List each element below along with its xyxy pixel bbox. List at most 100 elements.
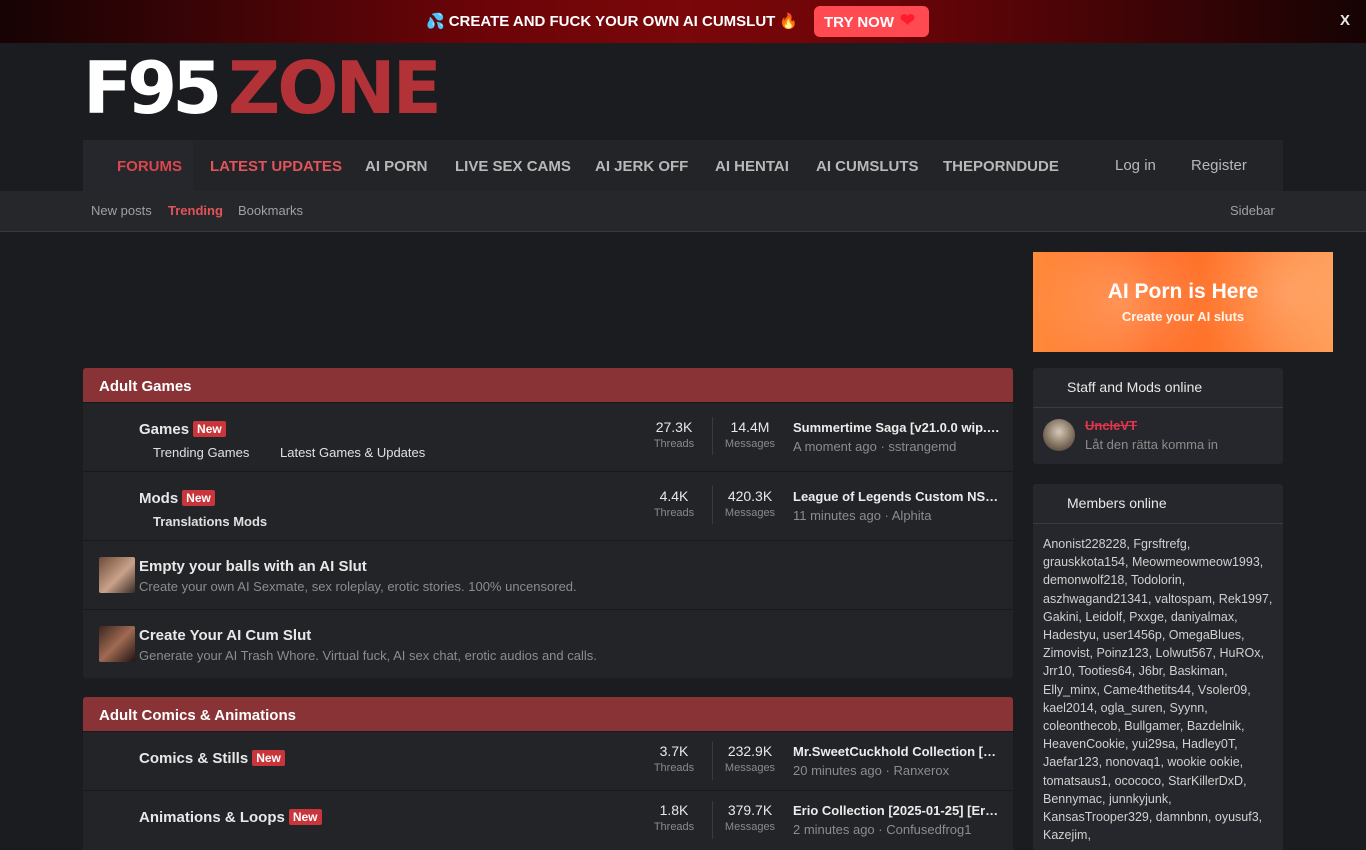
banner-subtitle: Create your AI sluts [1121, 309, 1245, 324]
threads-count: 27.3K [655, 419, 693, 435]
forum-node-games[interactable]: Games New Trending Games Latest Games & U… [83, 402, 1013, 471]
ad-node-ai-cum-slut[interactable]: Create Your AI Cum Slut Generate your AI… [83, 609, 1013, 678]
messages-count: 232.9K [727, 743, 773, 759]
ad-title[interactable]: Create Your AI Cum Slut [139, 627, 311, 644]
register-link[interactable]: Register [1191, 157, 1247, 174]
members-online-list[interactable]: Anonist228228, Fgrsftrefg, grauskkota154… [1043, 535, 1277, 844]
new-badge: New [288, 809, 322, 825]
latest-post: Mr.SweetCuckhold Collection [Ongoing] 20… [793, 744, 1001, 778]
ad-node-ai-slut[interactable]: Empty your balls with an AI Slut Create … [83, 540, 1013, 609]
forum-node-comics[interactable]: Comics & Stills New 3.7K Threads 232.9K M… [83, 731, 1013, 790]
promo-label: CREATE AND FUCK YOUR OWN AI CUMSLUT [448, 13, 776, 30]
ad-description: Create your own AI Sexmate, sex roleplay… [139, 579, 577, 594]
nav-item-ai-hentai[interactable]: AI HENTAI [715, 158, 789, 175]
main-nav: FORUMS LATEST UPDATES AI PORN LIVE SEX C… [83, 140, 1283, 191]
latest-post-title[interactable]: Summertime Saga [v21.0.0 wip.6020] [Komp… [793, 420, 1001, 435]
latest-post: Summertime Saga [v21.0.0 wip.6020] [Komp… [793, 420, 1001, 454]
forum-title-text[interactable]: Games [139, 421, 189, 438]
threads-stat: 4.4K Threads [644, 488, 704, 519]
staff-username[interactable]: UncleVT [1085, 418, 1137, 433]
members-online-title[interactable]: Members online [1033, 484, 1283, 524]
category-title[interactable]: Adult Games [83, 368, 1013, 402]
messages-label: Messages [724, 762, 776, 774]
login-link[interactable]: Log in [1115, 157, 1156, 174]
subnav-bookmarks[interactable]: Bookmarks [238, 203, 303, 218]
category-title[interactable]: Adult Comics & Animations [83, 697, 1013, 731]
category-adult-comics: Adult Comics & Animations Comics & Still… [83, 697, 1013, 850]
latest-post-meta[interactable]: 2 minutes ago · Confusedfrog1 [793, 822, 1001, 837]
threads-count: 1.8K [659, 802, 689, 818]
sub-nav: New posts Trending Bookmarks Sidebar [0, 191, 1366, 232]
nav-item-live-sex-cams[interactable]: LIVE SEX CAMS [455, 158, 571, 175]
messages-label: Messages [724, 438, 776, 450]
latest-post-title[interactable]: League of Legends Custom NSFW Skins [793, 489, 1001, 504]
threads-count: 4.4K [659, 488, 689, 504]
new-badge: New [252, 750, 285, 766]
ad-description: Generate your AI Trash Whore. Virtual fu… [139, 648, 597, 663]
latest-post: Erio Collection [2025-01-25] [Erio] 2 mi… [793, 803, 1001, 837]
forum-node-mods[interactable]: Mods New Translations Mods 4.4K Threads 4… [83, 471, 1013, 540]
logo-f95-text: F95 [83, 46, 222, 130]
site-header: F95 ZONE FORUMS LATEST UPDATES AI PORN L… [0, 43, 1366, 191]
threads-stat: 27.3K Threads [644, 419, 704, 450]
staff-online-title[interactable]: Staff and Mods online [1033, 368, 1283, 408]
members-online-block: Members online Anonist228228, Fgrsftrefg… [1033, 484, 1283, 850]
nav-item-ai-jerk-off[interactable]: AI JERK OFF [595, 158, 688, 175]
logo-zone-text: ZONE [228, 46, 442, 130]
nav-item-theporndude[interactable]: THEPORNDUDE [943, 158, 1059, 175]
sweat-drops-icon: 💦 [426, 13, 445, 30]
new-badge: New [182, 490, 215, 506]
messages-count: 14.4M [730, 419, 770, 435]
fire-icon: 🔥 [779, 13, 799, 30]
forum-title[interactable]: Animations & Loops New [139, 809, 322, 826]
nav-item-ai-cumsluts[interactable]: AI CUMSLUTS [816, 158, 919, 175]
forum-node-animations[interactable]: Animations & Loops New 1.8K Threads 379.7… [83, 790, 1013, 849]
latest-post-meta[interactable]: A moment ago · sstrangemd [793, 439, 1001, 454]
heart-icon: ❤ [900, 10, 916, 30]
staff-online-block: Staff and Mods online UncleVT Låt den rä… [1033, 368, 1283, 464]
avatar[interactable] [1043, 419, 1075, 451]
close-icon[interactable]: X [1340, 12, 1350, 29]
forum-title-text[interactable]: Comics & Stills [139, 750, 248, 767]
latest-post-meta[interactable]: 20 minutes ago · Ranxerox [793, 763, 1001, 778]
sidebar-ad-banner[interactable]: AI Porn is Here Create your AI sluts [1033, 252, 1333, 352]
sublink-trending-games[interactable]: Trending Games [153, 445, 249, 460]
forum-title-text[interactable]: Mods [139, 490, 178, 507]
sidebar-toggle[interactable]: Sidebar [1230, 203, 1275, 218]
nav-item-ai-porn[interactable]: AI PORN [365, 158, 428, 175]
ad-title[interactable]: Empty your balls with an AI Slut [139, 558, 367, 575]
messages-stat: 14.4M Messages [720, 419, 780, 450]
subnav-new-posts[interactable]: New posts [91, 203, 152, 218]
threads-stat: 3.7K Threads [644, 743, 704, 774]
threads-stat: 1.8K Threads [644, 802, 704, 833]
nav-item-forums[interactable]: FORUMS [117, 158, 182, 175]
messages-stat: 420.3K Messages [720, 488, 780, 519]
category-adult-games: Adult Games Games New Trending Games Late… [83, 368, 1013, 678]
messages-count: 420.3K [727, 488, 773, 504]
sublink-latest-games[interactable]: Latest Games & Updates [280, 445, 425, 460]
latest-post-title[interactable]: Mr.SweetCuckhold Collection [Ongoing] [793, 744, 1001, 759]
staff-user-title: Låt den rätta komma in [1085, 437, 1218, 452]
messages-label: Messages [724, 507, 776, 519]
subnav-trending[interactable]: Trending [168, 203, 223, 218]
ad-thumbnail [99, 626, 135, 662]
stat-divider [712, 801, 713, 839]
try-now-button[interactable]: TRY NOW ❤ [814, 6, 929, 37]
forum-title[interactable]: Games New [139, 421, 226, 438]
threads-label: Threads [653, 821, 695, 833]
forum-title[interactable]: Mods New [139, 490, 215, 507]
forum-title[interactable]: Comics & Stills New [139, 750, 285, 767]
new-badge: New [193, 421, 226, 437]
forum-title-text[interactable]: Animations & Loops [139, 809, 285, 826]
latest-post-meta[interactable]: 11 minutes ago · Alphita [793, 508, 1001, 523]
latest-post-title[interactable]: Erio Collection [2025-01-25] [Erio] [793, 803, 1001, 818]
latest-post: League of Legends Custom NSFW Skins 11 m… [793, 489, 1001, 523]
sublink-translations-mods[interactable]: Translations Mods [153, 514, 267, 529]
nav-item-latest-updates[interactable]: LATEST UPDATES [210, 158, 342, 175]
messages-label: Messages [724, 821, 776, 833]
ad-thumbnail [99, 557, 135, 593]
messages-count: 379.7K [727, 802, 773, 818]
stat-divider [712, 486, 713, 524]
promo-text[interactable]: 💦 CREATE AND FUCK YOUR OWN AI CUMSLUT 🔥 [426, 12, 798, 30]
try-now-label: TRY NOW [824, 14, 894, 31]
